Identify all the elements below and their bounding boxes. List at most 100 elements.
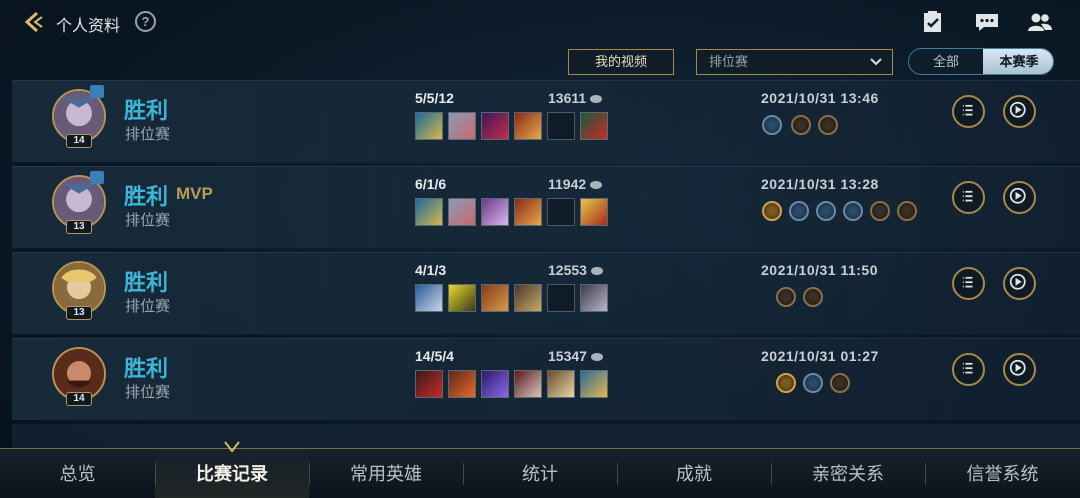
rune-icon: [803, 287, 823, 307]
team-badge-icon: [90, 171, 104, 184]
match-date: 2021/10/31 13:28: [761, 176, 879, 192]
item-slot[interactable]: [580, 112, 608, 140]
item-slot[interactable]: [415, 284, 443, 312]
tab-common-heroes[interactable]: 常用英雄: [309, 449, 463, 498]
mode-select[interactable]: 排位赛: [696, 49, 893, 75]
details-list-button[interactable]: [952, 353, 985, 386]
item-slot-empty: [547, 112, 575, 140]
details-list-button[interactable]: [952, 181, 985, 214]
rune-icon: [776, 373, 796, 393]
list-icon: [962, 104, 973, 116]
rune-icon: [789, 201, 809, 221]
tab-overview[interactable]: 总览: [0, 449, 155, 498]
item-slot[interactable]: [481, 112, 509, 140]
replay-icon: [1009, 101, 1026, 118]
item-slot[interactable]: [514, 198, 542, 226]
item-slot[interactable]: [481, 284, 509, 312]
bottom-nav: 总览 比赛记录 常用英雄 统计 成就 亲密关系 信誉系统: [0, 441, 1080, 498]
back-arrow-icon[interactable]: [22, 10, 46, 34]
item-slot[interactable]: [448, 198, 476, 226]
match-row[interactable]: 13 胜利 MVP 排位赛 6/1/6 11942 2021/10/31 13:…: [12, 166, 1080, 248]
team-badge-icon: [90, 85, 104, 98]
item-slot[interactable]: [448, 370, 476, 398]
item-slot[interactable]: [415, 198, 443, 226]
match-row[interactable]: 14 胜利 排位赛 14/5/4 15347 2021/10/31 01:27: [12, 338, 1080, 420]
kda: 5/5/12: [415, 90, 454, 106]
item-slot[interactable]: [580, 370, 608, 398]
rune-icon: [897, 201, 917, 221]
gold-score-value: 12553: [548, 262, 587, 278]
rune-icon: [776, 287, 796, 307]
level-badge: 14: [66, 392, 92, 406]
rune-icon: [830, 373, 850, 393]
rune-icon: [818, 115, 838, 135]
item-slot[interactable]: [448, 112, 476, 140]
item-slot[interactable]: [547, 370, 575, 398]
item-slot[interactable]: [514, 284, 542, 312]
tab-reputation[interactable]: 信誉系统: [925, 449, 1080, 498]
replay-button[interactable]: [1003, 267, 1036, 300]
coin-icon: [590, 353, 603, 362]
tab-relationships[interactable]: 亲密关系: [771, 449, 925, 498]
kda: 6/1/6: [415, 176, 447, 192]
help-icon[interactable]: ?: [135, 11, 156, 32]
item-slot[interactable]: [481, 198, 509, 226]
item-slot[interactable]: [415, 112, 443, 140]
tab-match-history[interactable]: 比赛记录: [155, 449, 309, 498]
match-date: 2021/10/31 11:50: [761, 262, 878, 278]
list-icon: [962, 362, 973, 374]
match-row[interactable]: 13 胜利 排位赛 4/1/3 12553 2021/10/31 11:50: [12, 252, 1080, 334]
rune-icon: [762, 115, 782, 135]
replay-button[interactable]: [1003, 181, 1036, 214]
rune-icon: [843, 201, 863, 221]
tab-achievements[interactable]: 成就: [617, 449, 771, 498]
match-result: 胜利: [124, 98, 169, 123]
gold-score-value: 11942: [548, 176, 587, 192]
match-row[interactable]: 14 胜利 排位赛 5/5/12 13611 2021/10/31 13:46: [12, 80, 1080, 162]
header: 个人资料 ?: [0, 0, 1080, 44]
season-toggle: 全部 本赛季: [908, 48, 1054, 75]
replay-icon: [1009, 359, 1026, 376]
friends-icon[interactable]: [1027, 10, 1053, 34]
gold-score: 11942: [548, 176, 603, 192]
list-icon: [962, 276, 973, 288]
mvp-label: MVP: [176, 184, 213, 203]
replay-button[interactable]: [1003, 95, 1036, 128]
gold-score: 15347: [548, 348, 603, 364]
details-list-button[interactable]: [952, 267, 985, 300]
match-mode: 排位赛: [125, 212, 171, 229]
item-slot[interactable]: [481, 370, 509, 398]
gold-score: 13611: [548, 90, 603, 106]
details-list-button[interactable]: [952, 95, 985, 128]
checklist-icon[interactable]: [920, 10, 946, 34]
season-all-tab[interactable]: 全部: [909, 49, 983, 74]
replay-button[interactable]: [1003, 353, 1036, 386]
match-result: 胜利: [124, 270, 169, 295]
item-slot-empty: [547, 284, 575, 312]
page-title: 个人资料: [56, 18, 121, 35]
item-slot[interactable]: [580, 284, 608, 312]
item-slot[interactable]: [580, 198, 608, 226]
item-slot[interactable]: [415, 370, 443, 398]
chat-icon[interactable]: [974, 10, 1000, 34]
level-badge: 14: [66, 134, 92, 148]
match-mode: 排位赛: [125, 126, 171, 143]
my-videos-button[interactable]: 我的视频: [568, 49, 674, 75]
match-row-partial[interactable]: [12, 424, 1080, 448]
rune-icon: [870, 201, 890, 221]
tab-statistics[interactable]: 统计: [463, 449, 617, 498]
kda: 4/1/3: [415, 262, 447, 278]
season-current-tab[interactable]: 本赛季: [983, 49, 1053, 74]
item-slot-empty: [547, 198, 575, 226]
item-slot[interactable]: [448, 284, 476, 312]
list-icon: [962, 190, 973, 202]
item-slot[interactable]: [514, 370, 542, 398]
gold-score: 12553: [548, 262, 603, 278]
rune-icon: [762, 201, 782, 221]
rune-icon: [816, 201, 836, 221]
mode-select-value: 排位赛: [709, 54, 749, 69]
match-mode: 排位赛: [125, 298, 171, 315]
item-slot[interactable]: [514, 112, 542, 140]
gold-score-value: 13611: [548, 90, 587, 106]
rune-icon: [791, 115, 811, 135]
